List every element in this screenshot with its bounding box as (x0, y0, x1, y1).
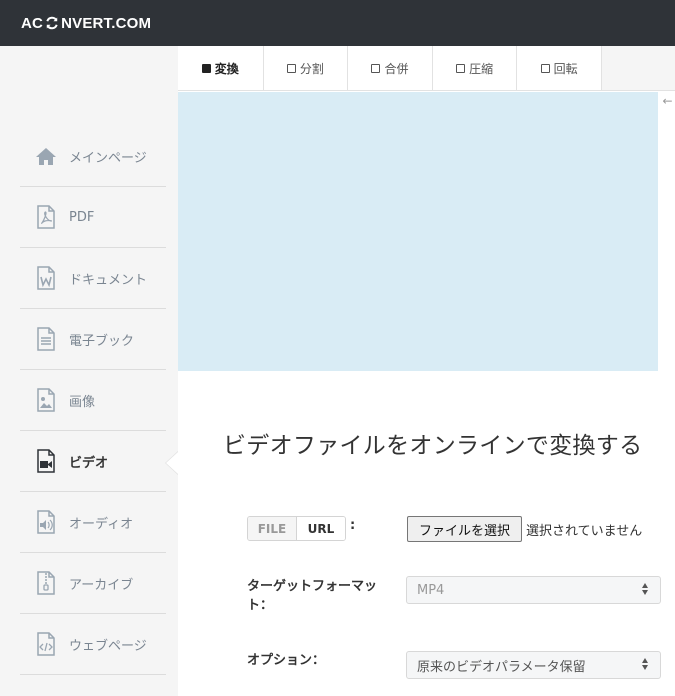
tab-checkbox-icon (371, 64, 381, 73)
ebook-file-icon (34, 326, 58, 352)
target-format-label: ターゲットフォーマッ ト： (247, 577, 377, 615)
convert-refresh-icon (45, 16, 59, 30)
sidebar-item-image[interactable]: 画像 (20, 370, 166, 431)
select-arrows-icon (642, 658, 648, 670)
main-panel: 変換 分割 合併 圧縮 回転 ← ビデオファイルをオンラインで変換する FILE… (178, 46, 675, 696)
video-camera-icon (34, 448, 58, 474)
options-value: 原来のビデオパラメータ保留 (417, 659, 586, 675)
target-format-label-line1: ターゲットフォーマッ (247, 579, 378, 594)
code-file-icon (34, 631, 58, 657)
arrow-left-icon[interactable]: ← (660, 92, 675, 110)
logo-text-right: NVERT.COM (61, 14, 152, 32)
image-file-icon (34, 387, 58, 413)
tab-split[interactable]: 分割 (264, 46, 349, 91)
tabs-filler (602, 46, 675, 91)
options-label: オプション： (247, 653, 326, 668)
tab-convert[interactable]: 変換 (178, 46, 264, 91)
file-status-text: 選択されていません (526, 524, 643, 539)
tab-label: 分割 (299, 62, 324, 76)
sidebar-item-label: ウェブページ (69, 638, 147, 654)
sidebar-item-pdf[interactable]: PDF (20, 187, 166, 248)
archive-file-icon (34, 570, 58, 596)
choose-file-button[interactable]: ファイルを選択 (407, 516, 522, 542)
sidebar-item-audio[interactable]: オーディオ (20, 492, 166, 553)
tab-checkbox-icon (540, 64, 550, 73)
tab-label: 圧縮 (469, 62, 494, 76)
source-file-button[interactable]: FILE (248, 517, 297, 540)
ad-banner-area (178, 92, 658, 371)
top-bar: AC NVERT.COM (0, 0, 675, 46)
tab-merge[interactable]: 合併 (348, 46, 433, 91)
source-url-button[interactable]: URL (297, 517, 345, 540)
tab-label: 回転 (553, 62, 578, 76)
source-toggle: FILE URL (247, 516, 346, 541)
tab-rotate[interactable]: 回転 (517, 46, 602, 91)
target-format-value: MP4 (417, 582, 445, 598)
word-document-icon (34, 265, 58, 291)
sidebar-item-video[interactable]: ビデオ (20, 431, 166, 492)
page-title: ビデオファイルをオンラインで変換する (223, 433, 643, 459)
site-logo[interactable]: AC NVERT.COM (21, 15, 151, 32)
sidebar-item-ebook[interactable]: 電子ブック (20, 309, 166, 370)
pdf-file-icon (34, 204, 58, 230)
source-colon: : (350, 518, 356, 533)
sidebar-item-label: 画像 (69, 394, 96, 410)
sidebar-item-label: 電子ブック (69, 333, 135, 349)
sidebar-item-label: ドキュメント (69, 272, 148, 288)
home-icon (34, 143, 58, 169)
tab-checkbox-icon (286, 64, 296, 73)
options-select[interactable]: 原来のビデオパラメータ保留 (406, 651, 661, 679)
sidebar-item-home[interactable]: メインページ (20, 126, 166, 187)
sidebar-item-label: オーディオ (69, 516, 134, 532)
tab-checkbox-icon (201, 64, 211, 73)
sidebar-item-archive[interactable]: アーカイブ (20, 553, 166, 614)
select-arrows-icon (642, 583, 648, 595)
tab-compress[interactable]: 圧縮 (433, 46, 518, 91)
sidebar-item-label: アーカイブ (69, 577, 134, 593)
operation-tabs: 変換 分割 合併 圧縮 回転 (178, 46, 602, 91)
tab-label: 変換 (214, 62, 239, 76)
sidebar-item-label: ビデオ (69, 455, 109, 471)
logo-text-left: AC (21, 14, 44, 32)
tab-checkbox-icon (456, 64, 466, 73)
sidebar-item-webpage[interactable]: ウェブページ (20, 614, 166, 675)
sidebar: メインページ PDF ドキュメント 電子ブック 画像 ビデオ オーディオ アーカ… (0, 46, 178, 696)
target-format-label-line2: ト： (247, 598, 274, 613)
sidebar-item-label: メインページ (69, 150, 147, 166)
sidebar-item-label: PDF (69, 209, 95, 225)
tab-label: 合併 (384, 62, 409, 76)
audio-file-icon (34, 509, 58, 535)
active-pointer (166, 452, 178, 474)
target-format-select[interactable]: MP4 (406, 576, 661, 604)
sidebar-item-document[interactable]: ドキュメント (20, 248, 166, 309)
